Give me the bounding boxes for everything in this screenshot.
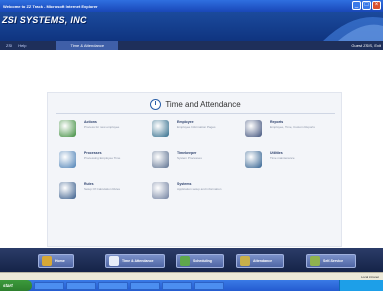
banner-swoosh	[323, 16, 383, 41]
bottom-tab-attendance[interactable]: Attendance	[236, 254, 284, 268]
reports-icon[interactable]	[245, 120, 262, 137]
module-name[interactable]: Actions	[84, 120, 97, 124]
nav-item[interactable]: Help	[18, 43, 26, 48]
module-description: Employee, Time, Custom Reports	[270, 125, 315, 129]
module-name[interactable]: Systems	[177, 182, 191, 186]
module-processes[interactable]: Processes Processing Employee Time	[59, 151, 149, 179]
divider	[56, 113, 335, 114]
module-name[interactable]: Employee	[177, 120, 194, 124]
module-panel: Time and Attendance Actions Process for n…	[47, 92, 342, 247]
panel-header: Time and Attendance	[48, 99, 343, 110]
processes-icon[interactable]	[59, 151, 76, 168]
browser-status-bar: Local intranet	[0, 272, 383, 280]
attendance-icon	[240, 256, 250, 266]
module-actions[interactable]: Actions Process for new employee	[59, 120, 149, 148]
module-employee[interactable]: Employee Employee Information Pages	[152, 120, 242, 148]
taskbar-item[interactable]	[130, 281, 160, 290]
module-description: Setup Of Calculation Rules	[84, 187, 121, 191]
module-description: Employee Information Pages	[177, 125, 216, 129]
user-exit-link[interactable]: Guest ZSIS, Exit	[351, 43, 381, 48]
actions-icon[interactable]	[59, 120, 76, 137]
utilities-icon[interactable]	[245, 151, 262, 168]
bottom-tab-time-attendance[interactable]: Time & Attendance	[105, 254, 165, 268]
module-description: Application setup and information	[177, 187, 222, 191]
minimize-button[interactable]: _	[352, 1, 361, 10]
calendar-icon	[180, 256, 190, 266]
taskbar-item[interactable]	[194, 281, 224, 290]
start-button[interactable]: start	[0, 280, 32, 291]
window-titlebar: Welcome to ZZ Track - Microsoft Internet…	[0, 0, 383, 12]
clock-icon	[109, 256, 119, 266]
employee-icon[interactable]	[152, 120, 169, 137]
windows-taskbar: start	[0, 280, 383, 291]
taskbar-item[interactable]	[162, 281, 192, 290]
zone-indicator: Local intranet	[360, 275, 379, 279]
tab-label: Time & Attendance	[122, 259, 154, 263]
module-description: Process for new employee	[84, 125, 120, 129]
module-name[interactable]: Rules	[84, 182, 94, 186]
nav-active-tab[interactable]: Time & Attendance	[56, 41, 119, 50]
module-systems[interactable]: Systems Application setup and information	[152, 182, 242, 210]
taskbar-item[interactable]	[34, 281, 64, 290]
timekeeper-icon[interactable]	[152, 151, 169, 168]
close-button[interactable]: ×	[372, 1, 381, 10]
system-tray	[339, 280, 383, 291]
window-title: Welcome to ZZ Track - Microsoft Internet…	[3, 3, 98, 9]
tab-label: Attendance	[253, 259, 273, 263]
module-rules[interactable]: Rules Setup Of Calculation Rules	[59, 182, 149, 210]
brand-logo-text: ZSI SYSTEMS, INC	[2, 15, 87, 25]
tab-label: Scheduling	[193, 259, 212, 263]
nav-item[interactable]: ZSI	[6, 43, 12, 48]
module-name[interactable]: Timekeeper	[177, 151, 196, 155]
app-banner: ZSI SYSTEMS, INC	[0, 12, 383, 41]
module-timekeeper[interactable]: Timekeeper System Processes	[152, 151, 242, 179]
module-description: System Processes	[177, 156, 202, 160]
tab-label: Self-Service	[323, 259, 344, 263]
home-icon	[42, 256, 52, 266]
clock-icon	[150, 99, 162, 110]
module-description: Processing Employee Time	[84, 156, 121, 160]
module-name[interactable]: Utilities	[270, 151, 283, 155]
module-utilities[interactable]: Utilities Time maintenance	[245, 151, 335, 179]
self-service-icon	[310, 256, 320, 266]
tab-label: Home	[55, 259, 65, 263]
bottom-tab-self-service[interactable]: Self-Service	[306, 254, 356, 268]
taskbar-item[interactable]	[66, 281, 96, 290]
module-name[interactable]: Reports	[270, 120, 283, 124]
taskbar-item[interactable]	[98, 281, 128, 290]
maximize-button[interactable]: □	[362, 1, 371, 10]
rules-icon[interactable]	[59, 182, 76, 199]
bottom-tab-bar: Home Time & Attendance Scheduling Attendanc…	[0, 248, 383, 272]
main-content: Time and Attendance Actions Process for n…	[0, 50, 383, 248]
top-nav: ZSI Help Time & Attendance Guest ZSIS, E…	[0, 41, 383, 50]
bottom-tab-scheduling[interactable]: Scheduling	[176, 254, 224, 268]
module-name[interactable]: Processes	[84, 151, 102, 155]
module-description: Time maintenance	[270, 156, 295, 160]
module-reports[interactable]: Reports Employee, Time, Custom Reports	[245, 120, 335, 148]
panel-title: Time and Attendance	[165, 100, 241, 109]
systems-icon[interactable]	[152, 182, 169, 199]
bottom-tab-home[interactable]: Home	[38, 254, 74, 268]
